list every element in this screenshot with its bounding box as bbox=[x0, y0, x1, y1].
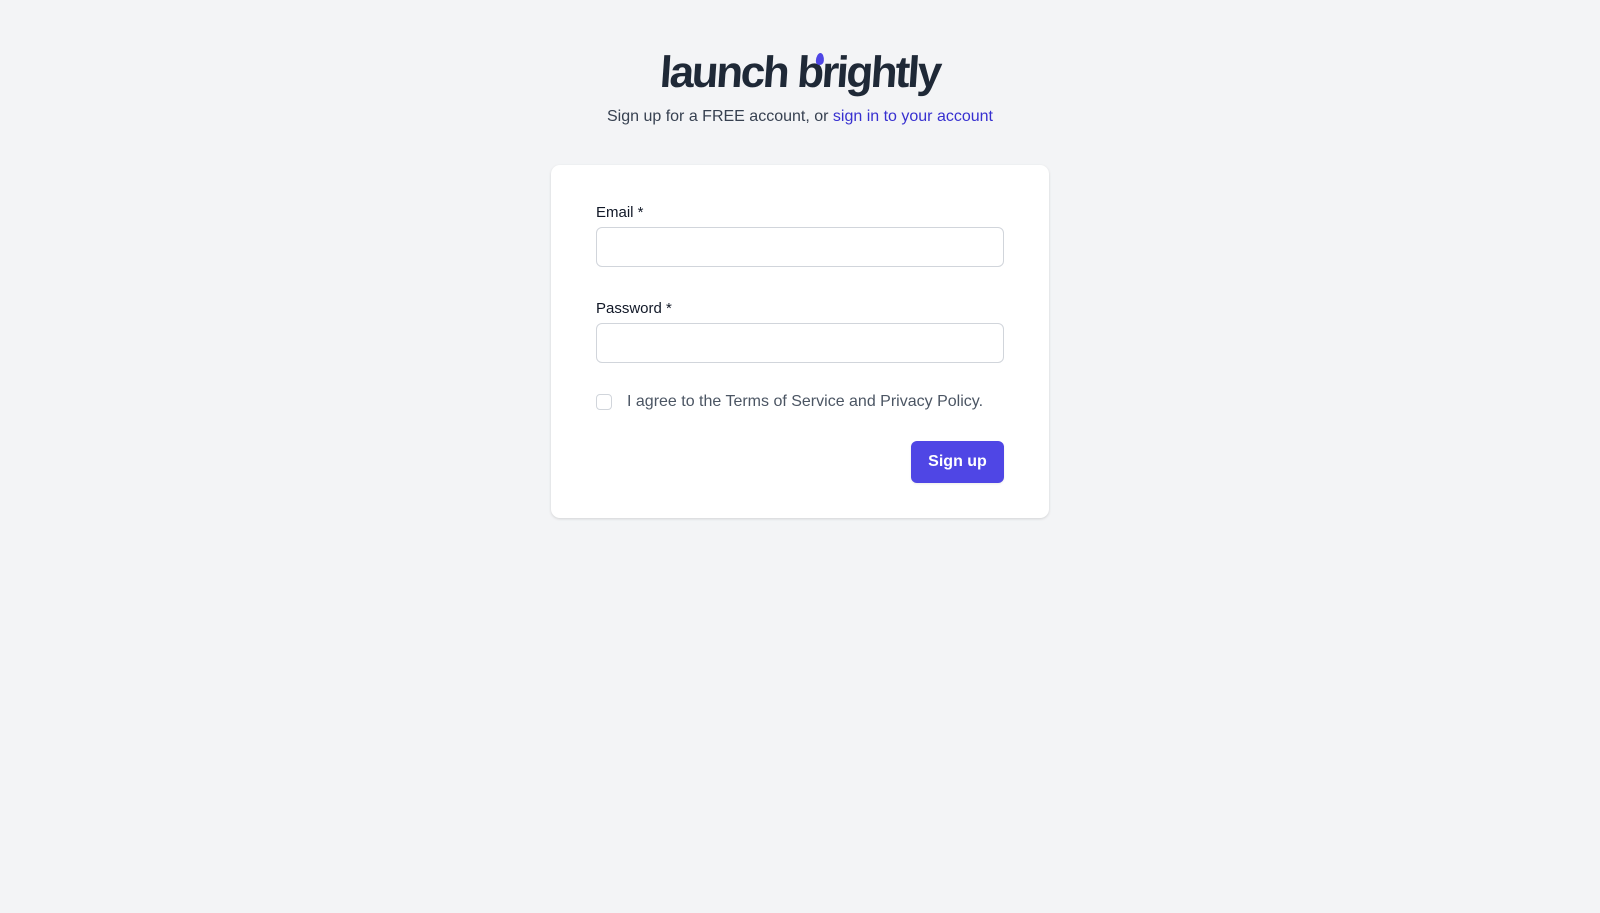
logo-word-launch: launch bbox=[658, 48, 790, 97]
password-label: Password * bbox=[596, 300, 672, 317]
email-field[interactable] bbox=[596, 227, 1004, 267]
terms-checkbox[interactable] bbox=[596, 394, 612, 410]
signup-form-card: Email * Password * I agree to the Terms … bbox=[551, 165, 1049, 518]
password-field[interactable] bbox=[596, 323, 1004, 363]
email-label: Email * bbox=[596, 204, 644, 221]
terms-agreement-label[interactable]: I agree to the Terms of Service and Priv… bbox=[627, 392, 983, 412]
page-header: launch brightly Sign up for a FREE accoun… bbox=[0, 48, 1600, 128]
signup-tagline: Sign up for a FREE account, or sign in t… bbox=[0, 106, 1600, 128]
sign-in-link[interactable]: sign in to your account bbox=[833, 108, 993, 125]
tagline-text: Sign up for a FREE account, or bbox=[607, 108, 833, 125]
launchbrightly-logo: launch brightly bbox=[658, 48, 942, 98]
sign-up-button[interactable]: Sign up bbox=[911, 441, 1004, 483]
